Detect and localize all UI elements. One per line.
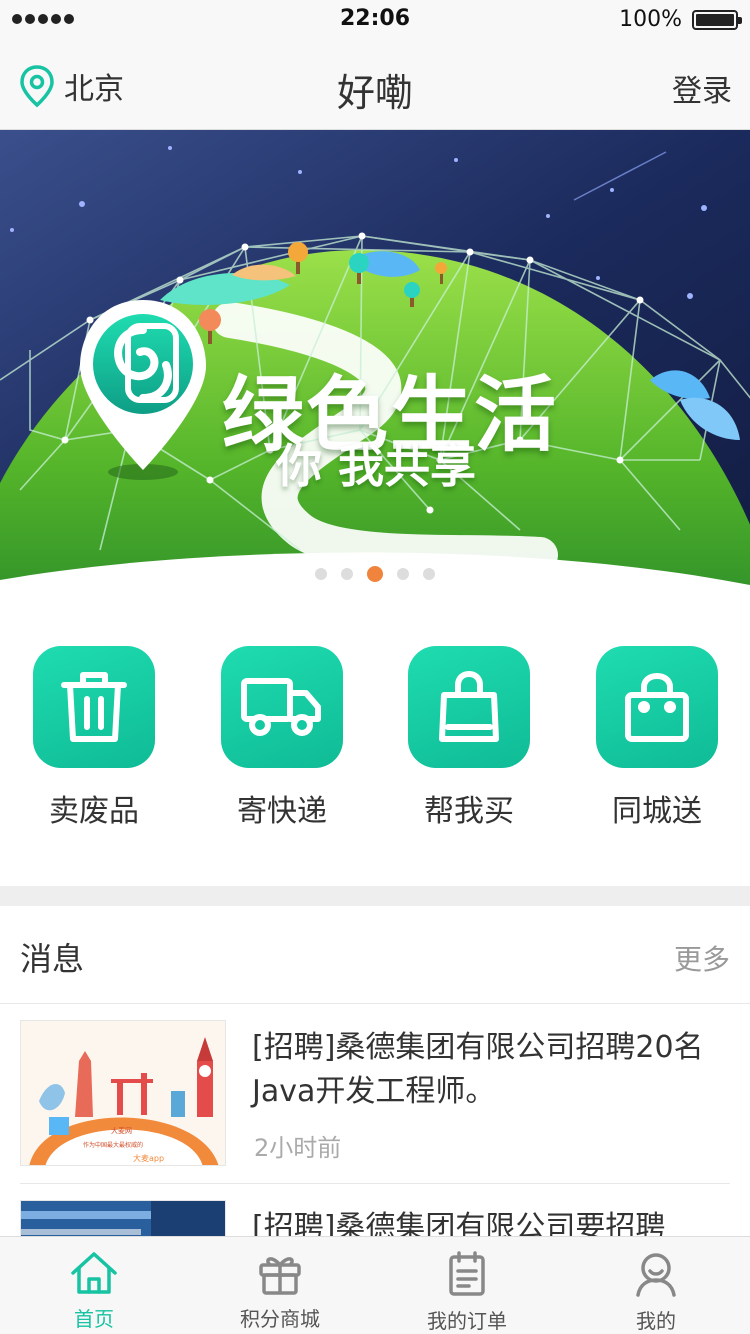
tab-my-orders[interactable]: 我的订单: [397, 1251, 537, 1334]
carousel-dot[interactable]: [315, 568, 327, 580]
service-buy-for-me[interactable]: 帮我买: [407, 646, 531, 830]
trash-icon: [61, 672, 127, 742]
page-title: 好嘞: [336, 71, 413, 115]
tab-label: 积分商城: [240, 1307, 320, 1331]
list-item[interactable]: [招聘]桑德集团有限公司要招聘: [0, 1184, 750, 1244]
tab-home[interactable]: 首页: [24, 1251, 164, 1332]
list-item[interactable]: 大麦网 作为中国最大最权威的 大麦app [招聘]桑德集团有限公司招聘20名Ja…: [0, 1004, 750, 1184]
service-sell-waste[interactable]: 卖废品: [32, 646, 156, 830]
home-icon: [71, 1252, 117, 1294]
battery-percent: 100%: [619, 7, 682, 32]
tab-points-mall[interactable]: 积分商城: [210, 1251, 350, 1332]
carousel-dot-active[interactable]: [367, 566, 383, 582]
service-label: 卖废品: [49, 794, 139, 829]
carousel-indicator: [0, 566, 750, 582]
nav-bar: 北京 好嘞 登录: [0, 40, 750, 130]
carousel-dot[interactable]: [397, 568, 409, 580]
messages-header: 消息 更多: [0, 906, 750, 1004]
status-bar: 22:06 100%: [0, 0, 750, 40]
truck-icon: [241, 678, 321, 736]
service-tile: [221, 646, 343, 768]
service-grid: 卖废品 寄快递 帮我买 同城送: [0, 610, 750, 886]
message-text: [招聘]桑德集团有限公司招聘20名Java开发工程师。: [252, 1030, 704, 1109]
message-thumbnail: 大麦网 作为中国最大最权威的 大麦app: [20, 1020, 226, 1166]
service-send-express[interactable]: 寄快递: [220, 646, 344, 830]
svg-text:大麦网: 大麦网: [111, 1126, 132, 1135]
banner-carousel[interactable]: 绿色生活 你 我共享: [0, 130, 750, 610]
tab-label: 首页: [74, 1307, 114, 1331]
box-bag-icon: [625, 673, 689, 742]
carousel-dot[interactable]: [423, 568, 435, 580]
service-tile: [408, 646, 530, 768]
service-label: 同城送: [612, 794, 702, 829]
tab-mine[interactable]: 我的: [586, 1251, 726, 1334]
shopping-bag-icon: [439, 671, 499, 742]
battery-icon: [692, 10, 742, 30]
user-icon: [636, 1253, 676, 1297]
gift-icon: [259, 1257, 301, 1295]
carousel-dot[interactable]: [341, 568, 353, 580]
order-list-icon: [449, 1251, 485, 1296]
message-time: 2小时前: [254, 1134, 342, 1162]
tab-bar: 首页 积分商城 我的订单 我的: [0, 1236, 750, 1334]
service-tile: [33, 646, 155, 768]
messages-title: 消息: [20, 940, 85, 978]
tab-label: 我的订单: [427, 1309, 507, 1333]
service-tile: [596, 646, 718, 768]
svg-text:作为中国最大最权威的: 作为中国最大最权威的: [83, 1141, 143, 1149]
login-button[interactable]: 登录: [672, 66, 732, 110]
service-label: 帮我买: [424, 794, 514, 829]
tab-label: 我的: [636, 1309, 676, 1333]
service-same-city[interactable]: 同城送: [595, 646, 719, 830]
service-label: 寄快递: [237, 794, 327, 829]
section-divider: [0, 886, 750, 906]
banner-subline: 你 我共享: [276, 439, 477, 493]
more-link[interactable]: 更多: [674, 938, 730, 978]
svg-text:大麦app: 大麦app: [133, 1153, 164, 1163]
